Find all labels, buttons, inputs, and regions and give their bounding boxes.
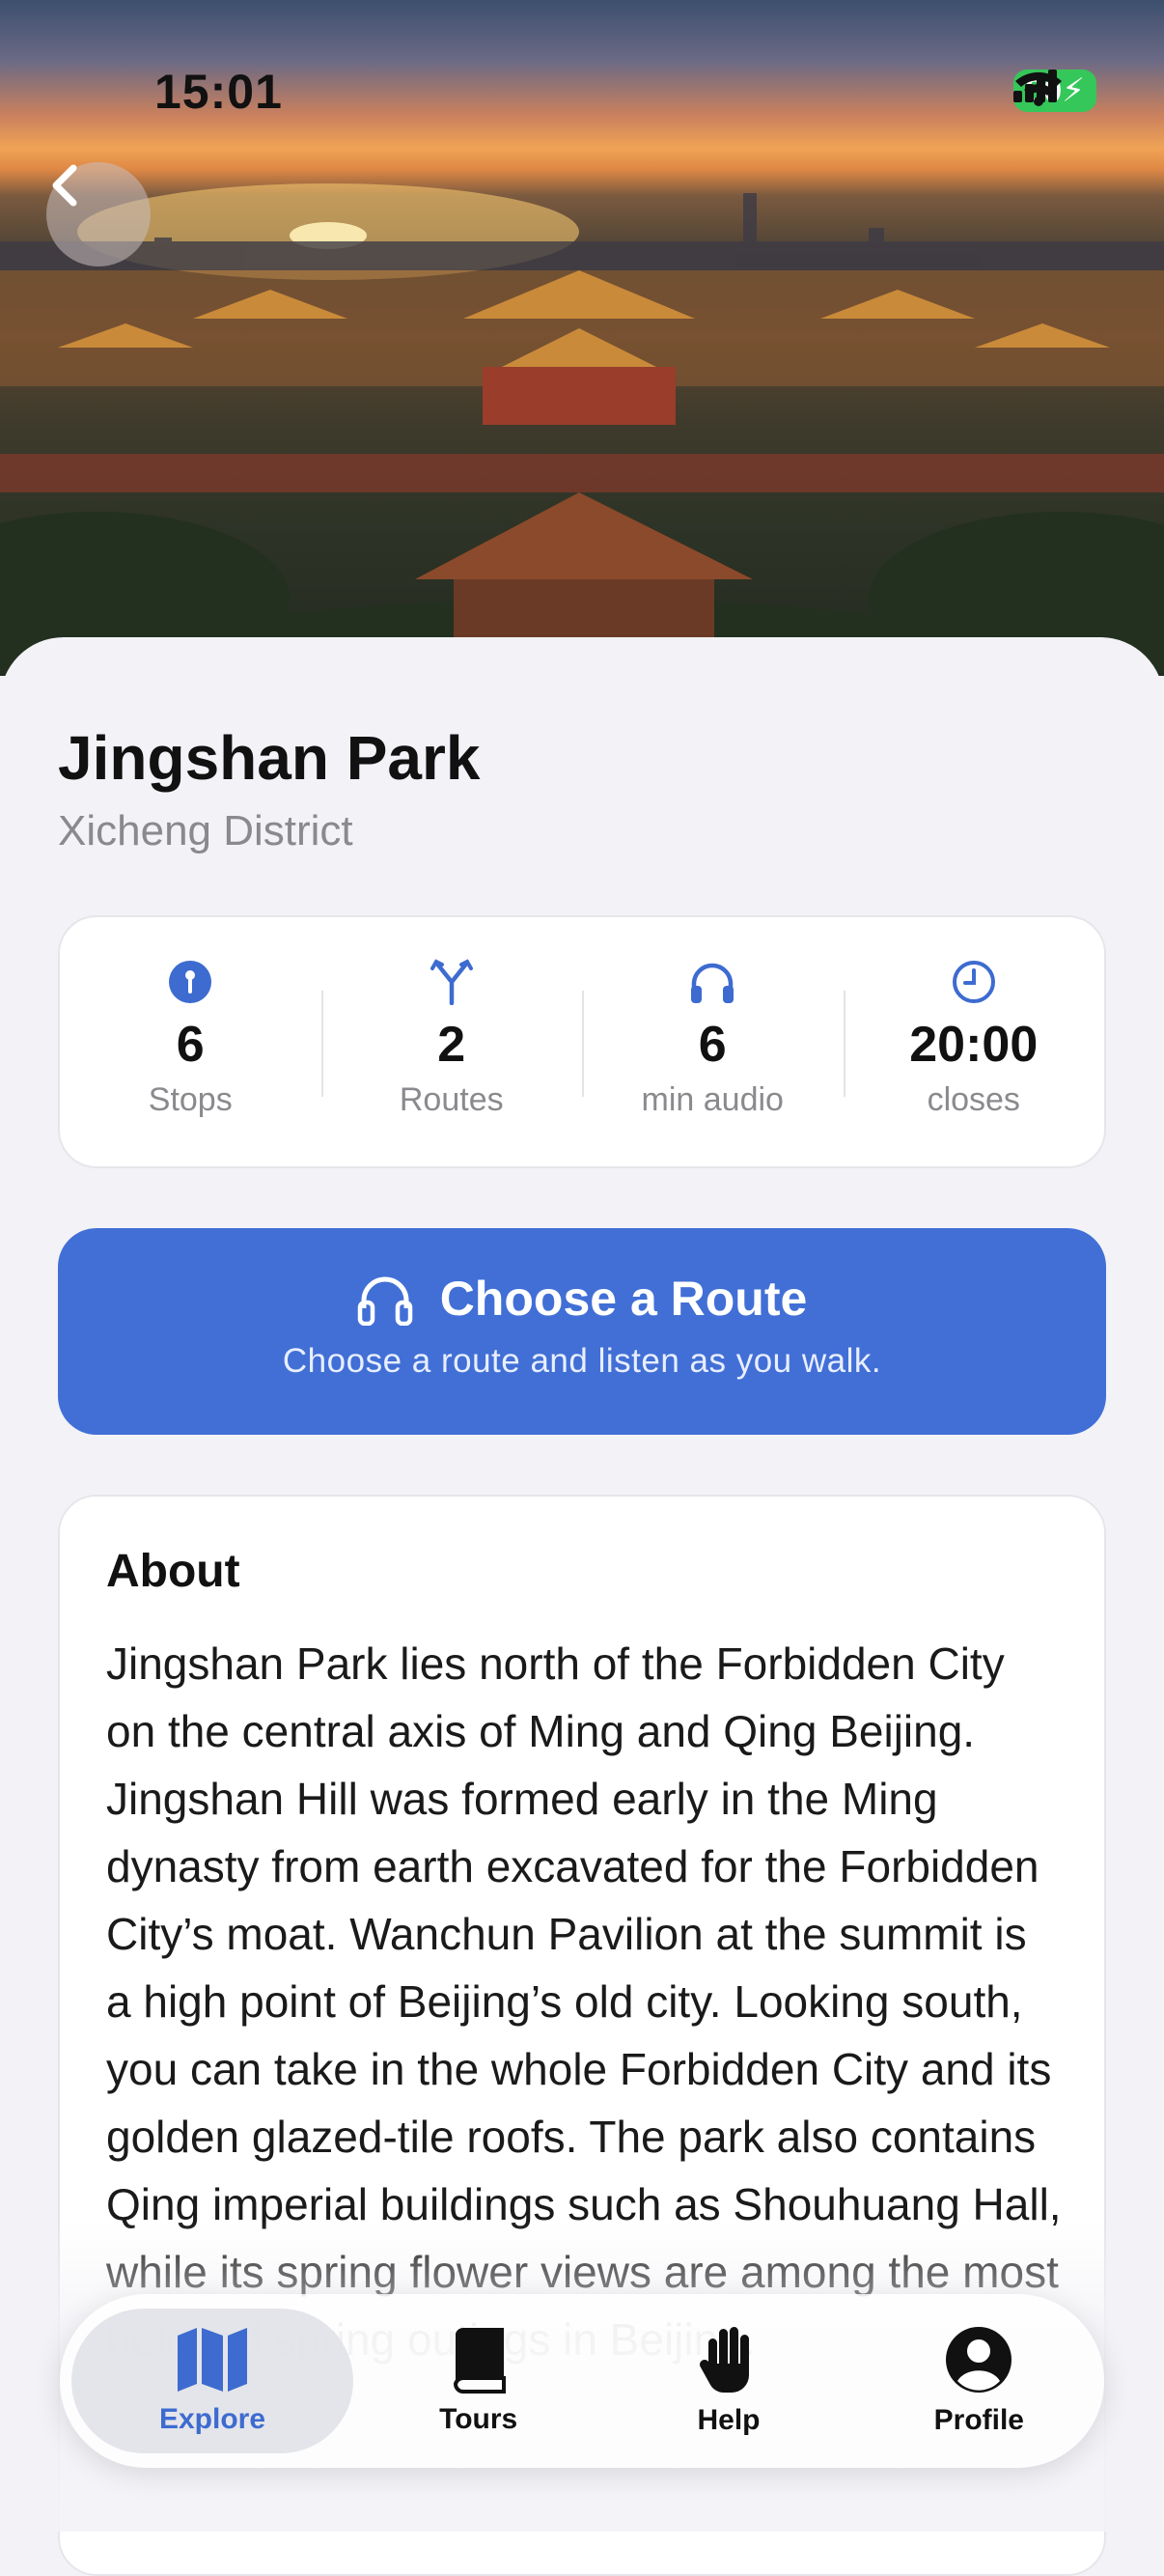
status-icons: 80⚡ <box>1013 70 1096 112</box>
stat-closing-time: 20:00 closes <box>843 917 1105 1166</box>
about-title: About <box>106 1546 240 1597</box>
stat-value: 2 <box>437 1017 466 1073</box>
tab-label: Explore <box>158 2403 266 2435</box>
back-button[interactable] <box>46 162 151 266</box>
place-district: Xicheng District <box>58 807 353 854</box>
person-icon <box>946 2327 1012 2393</box>
tab-help[interactable]: Help <box>603 2309 853 2453</box>
place-title: Jingshan Park <box>58 723 481 793</box>
hand-icon <box>699 2327 749 2394</box>
tab-tours[interactable]: Tours <box>353 2309 603 2453</box>
tab-label: Profile <box>933 2404 1024 2436</box>
book-icon <box>453 2327 506 2394</box>
hero-image: 15:01 80⚡ <box>0 0 1164 676</box>
route-button-subtitle: Choose a route and listen as you walk. <box>282 1342 882 1380</box>
stat-label: Stops <box>148 1081 233 1118</box>
headphones-icon <box>691 963 734 1003</box>
clock-icon <box>952 961 995 1003</box>
chevron-left-icon <box>52 164 77 207</box>
headphones-icon <box>357 1276 412 1326</box>
pin-icon <box>169 961 212 1003</box>
tab-label: Tours <box>439 2403 518 2435</box>
choose-route-button[interactable]: Choose a Route Choose a route and listen… <box>58 1228 1106 1435</box>
stat-value: 6 <box>698 1017 727 1073</box>
stat-label: Routes <box>399 1081 504 1118</box>
stat-routes: 2 Routes <box>320 917 583 1166</box>
tab-explore[interactable]: Explore <box>71 2309 353 2453</box>
status-time: 15:01 <box>154 65 283 119</box>
tab-label: Help <box>697 2404 761 2436</box>
stat-value: 20:00 <box>909 1017 1039 1073</box>
stat-label: closes <box>927 1081 1020 1118</box>
fork-icon <box>430 959 473 1005</box>
stat-audio: 6 min audio <box>582 917 844 1166</box>
stat-label: min audio <box>641 1081 784 1118</box>
route-button-title: Choose a Route <box>439 1272 808 1326</box>
stats-card: 6 Stops 2 Routes 6 min audio 20:00 close… <box>58 915 1106 1168</box>
tab-bar: Explore Tours Help Profile <box>60 2294 1104 2468</box>
map-icon <box>178 2328 247 2392</box>
tab-profile[interactable]: Profile <box>854 2309 1104 2453</box>
stat-stops: 6 Stops <box>60 917 321 1166</box>
stat-value: 6 <box>176 1017 205 1073</box>
wifi-icon <box>1015 71 1063 106</box>
